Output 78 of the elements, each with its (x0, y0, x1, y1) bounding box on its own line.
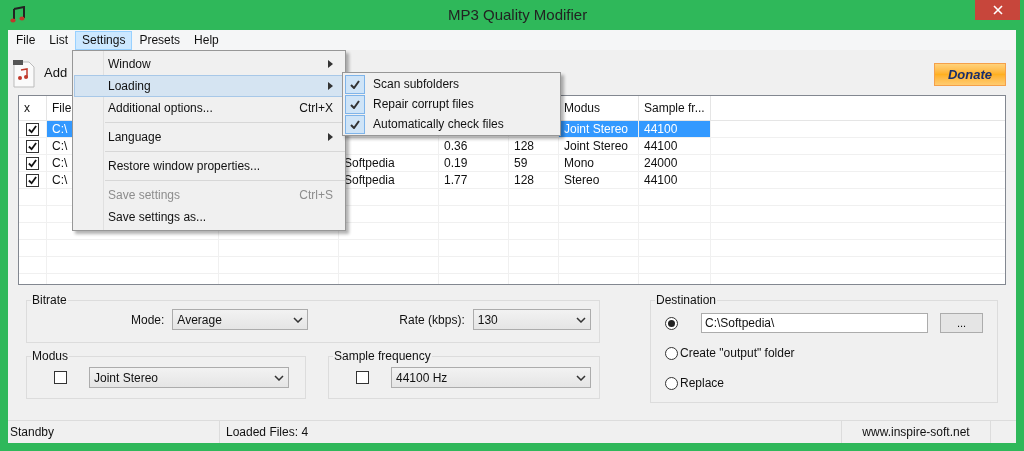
table-cell-text: 24000 (644, 155, 678, 172)
menu-entry[interactable]: Additional options... Ctrl+X (74, 97, 344, 119)
mode-label: Mode: (131, 311, 165, 329)
submenu-entry[interactable]: Automatically check files (343, 114, 560, 134)
submenu-arrow-icon (328, 82, 333, 90)
column-header[interactable]: File (52, 99, 72, 117)
table-cell-text: 59 (514, 155, 528, 172)
table-cell-text: C:\ (52, 155, 68, 172)
checkbox[interactable] (26, 139, 39, 153)
table-cell-text: 44100 (644, 172, 678, 189)
menu-item[interactable]: Help (187, 30, 226, 50)
donate-button[interactable]: Donate (934, 63, 1006, 86)
music-note-icon (10, 6, 26, 24)
menu-item[interactable]: Settings (75, 30, 133, 50)
sample-frequency-checkbox[interactable] (356, 371, 369, 384)
radio-button[interactable] (665, 376, 678, 390)
table-cell-text: C:\ (52, 121, 68, 138)
website-text: www.inspire-soft.net (841, 421, 991, 443)
rate-dropdown[interactable]: 130 (472, 309, 591, 330)
submenu-entry[interactable]: Repair corrupt files (343, 94, 560, 114)
table-cell-text: 0.19 (444, 155, 468, 172)
menu-entry[interactable]: Restore window properties... (74, 155, 344, 177)
submenu-arrow-icon (328, 60, 333, 68)
radio-button[interactable] (665, 316, 678, 330)
chevron-down-icon (293, 316, 304, 323)
column-header[interactable]: x (24, 99, 30, 117)
checkbox[interactable] (26, 156, 39, 170)
menu-item[interactable]: File (9, 30, 43, 50)
group-title: Modus (31, 348, 70, 365)
table-cell-text: Joint Stereo (564, 121, 629, 138)
table-cell-text: 44100 (644, 121, 678, 138)
close-icon (992, 5, 1003, 15)
menu-entry[interactable]: Language (74, 126, 344, 148)
mp3-file-icon (12, 57, 36, 88)
group-title: Destination (655, 292, 718, 309)
radio-label[interactable]: Create "output" folder (680, 344, 795, 362)
group-title: Sample frequency (333, 348, 432, 365)
table-cell-text: C:\ (52, 172, 68, 189)
radio-button[interactable] (665, 346, 678, 360)
column-header[interactable]: Modus (564, 99, 601, 117)
group-title: Bitrate (31, 292, 68, 309)
add-label[interactable]: Add (44, 62, 68, 83)
menu-entry[interactable]: Loading (74, 75, 344, 97)
mode-dropdown[interactable]: Average (172, 309, 309, 330)
window-title: MP3 Quality Modifier (448, 4, 588, 25)
table-cell-text: Softpedia (344, 155, 395, 172)
sample-frequency-dropdown[interactable]: 44100 Hz (391, 367, 591, 388)
chevron-down-icon (575, 316, 586, 323)
menu-item[interactable]: Presets (132, 30, 188, 50)
modus-checkbox[interactable] (54, 371, 67, 384)
menu-item[interactable]: List (42, 30, 76, 50)
table-cell-text: Joint Stereo (564, 138, 629, 155)
chevron-down-icon (576, 374, 586, 381)
rate-label: Rate (kbps): (399, 311, 465, 329)
browse-button[interactable]: ... (940, 313, 983, 333)
column-header[interactable]: Sample fr... (644, 99, 705, 117)
submenu-arrow-icon (328, 133, 333, 141)
loaded-files-text: Loaded Files: 4 (225, 424, 309, 441)
table-cell-text: Stereo (564, 172, 600, 189)
close-button[interactable] (975, 0, 1020, 20)
status-text: Standby (8, 421, 220, 443)
checkbox[interactable] (26, 173, 39, 187)
table-cell-text: 128 (514, 138, 535, 155)
table-cell-text: Softpedia (344, 172, 395, 189)
path-field[interactable]: C:\Softpedia\ (701, 313, 928, 333)
table-cell-text: 128 (514, 172, 535, 189)
table-cell-text: C:\ (52, 138, 68, 155)
chevron-down-icon (274, 374, 284, 381)
modus-dropdown[interactable]: Joint Stereo (89, 367, 289, 388)
checkbox[interactable] (26, 122, 39, 136)
radio-label[interactable]: Replace (680, 374, 725, 392)
menu-entry[interactable]: Window (74, 53, 344, 75)
submenu-entry[interactable]: Scan subfolders (343, 74, 560, 94)
table-cell-text: 1.77 (444, 172, 468, 189)
table-cell-text: 0.36 (444, 138, 468, 155)
table-cell-text: 44100 (644, 138, 678, 155)
table-cell-text: Mono (564, 155, 595, 172)
menu-entry[interactable]: Save settings as... (74, 206, 344, 228)
